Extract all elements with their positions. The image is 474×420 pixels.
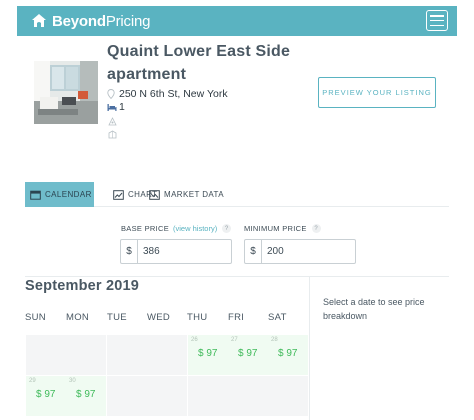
property-type-icon	[108, 130, 117, 139]
base-price-input[interactable]: 386	[138, 240, 231, 263]
weekday-thu: THU	[187, 312, 208, 323]
day-price: $ 97	[238, 348, 258, 359]
tab-calendar-label: CALENDAR	[45, 190, 92, 199]
calendar-empty-cell	[147, 376, 187, 416]
weekday-sun: SUN	[25, 312, 46, 323]
calendar-day-cell[interactable]: 26 $ 97	[188, 335, 228, 375]
listing-bedrooms: 1	[107, 101, 125, 113]
calendar-month-title: September 2019	[25, 278, 140, 294]
minimum-price-label: MINIMUM PRICE ?	[244, 224, 321, 233]
day-price: $ 97	[76, 389, 96, 400]
chart-icon	[113, 189, 124, 200]
calendar-empty-cell	[107, 335, 147, 375]
view-history-link[interactable]: (view history)	[173, 224, 217, 233]
calendar-empty-cell	[268, 376, 308, 416]
weekday-tue: TUE	[107, 312, 127, 323]
house-logo-icon	[32, 14, 46, 27]
brand-name: BeyondPricing	[52, 12, 151, 30]
calendar-day-cell[interactable]: 30 $ 97	[66, 376, 106, 416]
brand-logo[interactable]: BeyondPricing	[31, 12, 150, 30]
view-tabs: CALENDAR CHART MARKET DATA	[25, 182, 449, 207]
weekday-mon: MON	[66, 312, 90, 323]
breakdown-divider	[309, 276, 310, 420]
market-data-icon	[149, 189, 160, 200]
calendar-day-cell[interactable]: 28 $ 97	[268, 335, 308, 375]
weekday-fri: FRI	[228, 312, 245, 323]
calendar-empty-cell	[26, 335, 66, 375]
calendar-empty-cell	[147, 335, 187, 375]
bedroom-count: 1	[119, 101, 125, 113]
minimum-price-field[interactable]: $ 200	[244, 239, 356, 264]
bed-icon	[107, 103, 117, 111]
day-price: $ 97	[278, 348, 298, 359]
calendar-empty-cell	[107, 376, 147, 416]
listing-photo	[34, 61, 98, 124]
calendar-day-cell[interactable]: 27 $ 97	[228, 335, 268, 375]
hamburger-menu-icon[interactable]	[426, 10, 448, 31]
price-breakdown-hint: Select a date to see price breakdown	[323, 297, 425, 321]
tab-market-data[interactable]: MARKET DATA	[149, 182, 224, 207]
minimum-price-help-icon[interactable]: ?	[311, 224, 321, 233]
day-number: 30	[69, 378, 76, 384]
tab-calendar[interactable]: CALENDAR	[25, 182, 94, 207]
calendar-divider	[25, 276, 449, 277]
day-price: $ 97	[198, 348, 218, 359]
tab-market-data-label: MARKET DATA	[164, 190, 224, 199]
preview-listing-button[interactable]: PREVIEW YOUR LISTING	[318, 77, 436, 108]
calendar-icon	[30, 190, 41, 200]
minimum-price-input[interactable]: 200	[262, 240, 355, 263]
top-navbar: BeyondPricing	[17, 6, 457, 36]
base-price-field[interactable]: $ 386	[120, 239, 232, 264]
base-price-currency: $	[121, 240, 138, 263]
listing-address: 250 N 6th St, New York	[107, 87, 228, 100]
day-number: 27	[231, 337, 238, 343]
accommodates-icon	[108, 117, 117, 126]
day-number: 29	[29, 378, 36, 384]
base-price-help-icon[interactable]: ?	[222, 224, 232, 233]
weekday-wed: WED	[147, 312, 171, 323]
calendar-empty-cell	[188, 376, 228, 416]
location-pin-icon	[107, 88, 115, 99]
calendar-empty-cell	[228, 376, 268, 416]
weekday-sat: SAT	[268, 312, 287, 323]
address-text: 250 N 6th St, New York	[119, 87, 228, 100]
listing-title: Quaint Lower East Side apartment	[107, 43, 291, 83]
day-number: 28	[271, 337, 278, 343]
day-number: 26	[191, 337, 198, 343]
minimum-price-currency: $	[245, 240, 262, 263]
calendar-day-cell[interactable]: 29 $ 97	[26, 376, 66, 416]
day-price: $ 97	[36, 389, 56, 400]
base-price-label: BASE PRICE (view history) ?	[121, 224, 232, 233]
calendar-empty-cell	[66, 335, 106, 375]
